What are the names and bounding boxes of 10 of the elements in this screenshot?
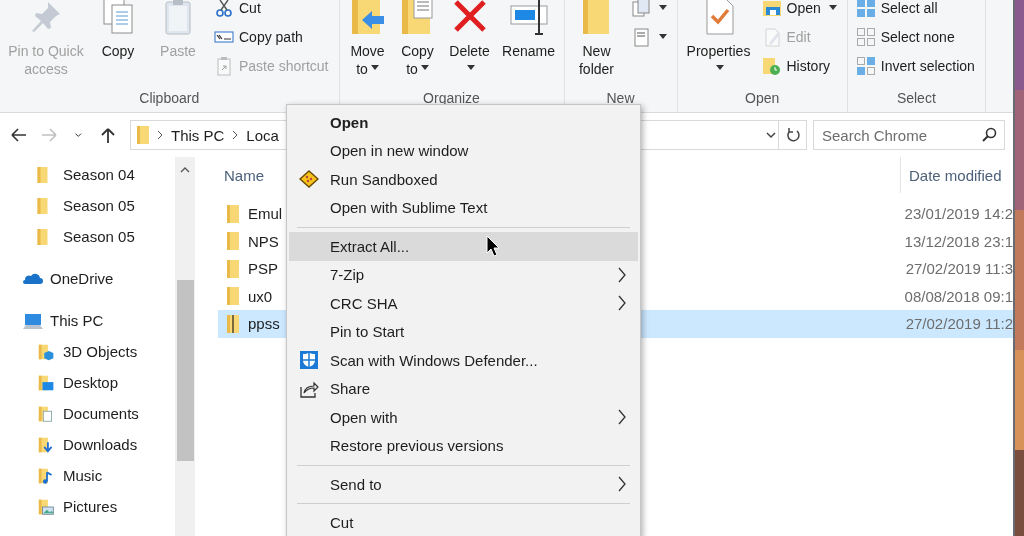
group-label: Open (744, 89, 781, 108)
date-text: 08/08/2018 09:1 (903, 287, 1013, 305)
date-text: 13/12/2018 23:1 (903, 232, 1013, 250)
group-label: Organize (422, 89, 481, 108)
group-label: New (605, 89, 636, 108)
date-text: 27/02/2019 11:3 (904, 260, 1013, 278)
group-label: Select (895, 89, 937, 108)
date-text: 27/02/2019 11:2 (904, 315, 1013, 333)
date-text: 23/01/2019 14:2 (903, 205, 1013, 223)
group-label: Clipboard (138, 89, 201, 108)
